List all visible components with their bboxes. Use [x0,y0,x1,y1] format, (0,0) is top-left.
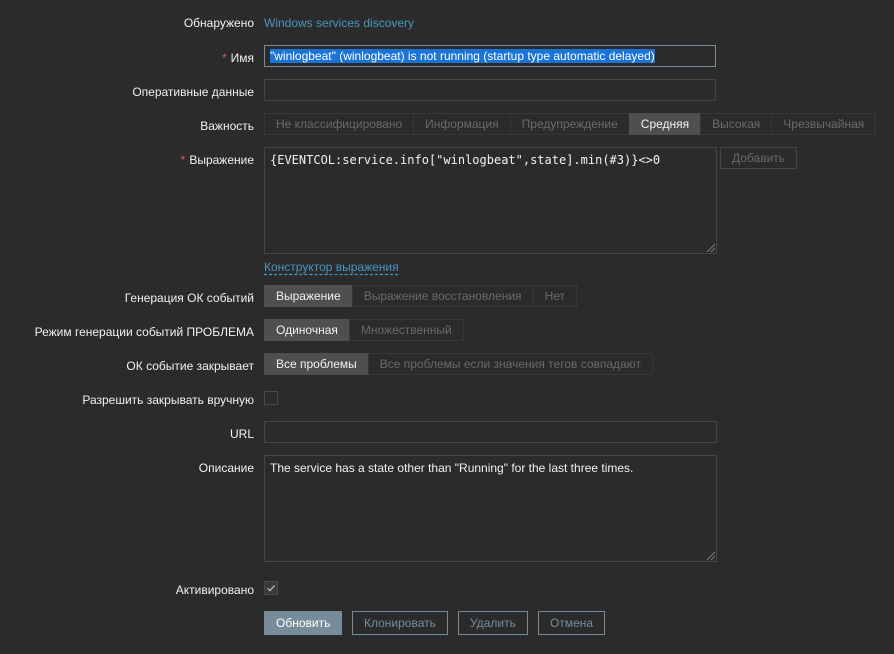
expression-value: {EVENTCOL:service.info["winlogbeat",stat… [270,153,661,167]
required-marker: * [221,51,227,65]
ok-event-none[interactable]: Нет [532,285,577,307]
enabled-checkbox[interactable] [264,581,278,595]
ok-event-closes-selector: Все проблемы Все проблемы если значения … [264,353,653,375]
expression-textarea[interactable]: {EVENTCOL:service.info["winlogbeat",stat… [264,147,717,254]
severity-disaster[interactable]: Чрезвычайная [771,113,877,135]
expression-label: * Выражение [181,153,254,167]
cancel-button[interactable]: Отмена [538,611,606,635]
problem-event-mode-label: Режим генерации событий ПРОБЛЕМА [34,325,254,339]
discovered-label: Обнаружено [183,16,254,30]
description-label: Описание [198,461,254,475]
closes-tag-match[interactable]: Все проблемы если значения тегов совпада… [367,353,653,375]
url-label: URL [229,427,254,441]
check-icon [267,584,276,592]
severity-warning[interactable]: Предупреждение [509,113,630,135]
severity-label: Важность [200,119,254,133]
description-value: The service has a state other than "Runn… [270,461,634,475]
clone-button[interactable]: Клонировать [352,611,448,635]
ok-event-generation-label: Генерация ОК событий [124,291,254,305]
problem-mode-multiple[interactable]: Множественный [348,319,464,341]
trigger-form: Обнаружено Windows services discovery * И… [0,0,894,654]
severity-high[interactable]: Высокая [700,113,773,135]
expression-constructor-link[interactable]: Конструктор выражения [264,260,399,274]
update-button[interactable]: Обновить [264,611,343,635]
add-expression-button[interactable]: Добавить [720,147,798,169]
description-textarea[interactable]: The service has a state other than "Runn… [264,455,717,562]
name-input[interactable]: "winlogbeat" (winlogbeat) is not running… [264,45,716,67]
severity-average[interactable]: Средняя [628,113,702,135]
severity-information[interactable]: Информация [413,113,511,135]
resize-handle[interactable] [707,244,715,252]
ok-event-recovery-expression[interactable]: Выражение восстановления [351,285,534,307]
resize-handle[interactable] [707,552,715,560]
manual-close-checkbox[interactable] [264,391,278,405]
opdata-input[interactable] [264,79,716,101]
opdata-label: Оперативные данные [132,85,254,99]
ok-event-expression[interactable]: Выражение [264,285,353,307]
required-marker: * [180,153,186,167]
problem-mode-single[interactable]: Одиночная [264,319,350,341]
url-input[interactable] [264,421,717,443]
problem-event-mode-selector: Одиночная Множественный [264,319,464,341]
manual-close-label: Разрешить закрывать вручную [82,393,254,407]
severity-not-classified[interactable]: Не классифицировано [264,113,415,135]
closes-all-problems[interactable]: Все проблемы [264,353,369,375]
expression-label-text: Выражение [189,153,254,167]
ok-event-closes-label: ОК событие закрывает [126,359,254,373]
name-input-value: "winlogbeat" (winlogbeat) is not running… [270,49,655,63]
name-label-text: Имя [230,51,254,65]
severity-selector: Не классифицировано Информация Предупреж… [264,113,877,135]
delete-button[interactable]: Удалить [458,611,528,635]
name-label: * Имя [222,51,254,65]
discovery-rule-link[interactable]: Windows services discovery [264,16,414,30]
enabled-label: Активировано [175,583,254,597]
ok-event-generation-selector: Выражение Выражение восстановления Нет [264,285,577,307]
